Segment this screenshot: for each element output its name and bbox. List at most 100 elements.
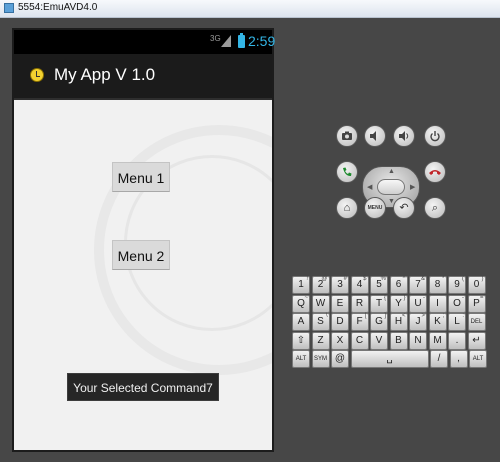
device-screen: 3G 2:59 My App V 1.0 Menu 1 Menu 2 Your … [12, 28, 276, 452]
window-titlebar: 5554:EmuAVD4.0 [0, 0, 500, 18]
app-content: Menu 1 Menu 2 Your Selected Command7 [14, 100, 272, 450]
dpad-up-icon[interactable]: ▲ [388, 168, 395, 175]
key-7[interactable]: 7 & [409, 276, 427, 294]
menu-2-button[interactable]: Menu 2 [112, 240, 170, 270]
key-label: 8 [434, 279, 441, 290]
app-icon [30, 68, 44, 82]
key-alt-label: : [462, 313, 464, 319]
key-q[interactable]: Q ~ [292, 294, 310, 313]
key-t[interactable]: T{ [370, 294, 388, 313]
key-label: F [356, 316, 363, 327]
key-x[interactable]: X [331, 331, 349, 350]
key-label: 0 [473, 279, 480, 290]
key-3[interactable]: 3 # [331, 276, 349, 294]
key-label: ⇧ [296, 334, 306, 346]
key-space[interactable]: ␣ [350, 350, 429, 368]
emulator-body: 3G 2:59 My App V 1.0 Menu 1 Menu 2 Your … [0, 18, 500, 462]
key-del[interactable]: DEL [467, 313, 486, 331]
key-label: . [455, 334, 459, 346]
key-i[interactable]: I [428, 294, 447, 313]
key-6[interactable]: 6 ^ [389, 276, 408, 294]
key-alt-label: < [401, 313, 406, 319]
key-u[interactable]: U- [409, 294, 427, 313]
key-label: I [436, 297, 439, 309]
key-label: K [434, 316, 441, 327]
key-l[interactable]: L: [448, 313, 466, 331]
key-8[interactable]: 8 * [428, 276, 447, 294]
key-↵[interactable]: ↵ [467, 331, 486, 350]
key-comma[interactable]: , [449, 350, 468, 368]
key-label: 9 [454, 279, 460, 290]
key-p[interactable]: P = [467, 294, 486, 313]
key-alt-label: % [380, 276, 386, 282]
key-alt-label: > [421, 313, 425, 319]
volume-down-icon[interactable] [364, 125, 386, 147]
menu-button[interactable]: MENU [364, 197, 386, 219]
key-alt-label: # [343, 276, 347, 282]
key-d[interactable]: D [331, 313, 349, 331]
call-icon[interactable] [336, 161, 358, 183]
key-alt-label: $ [363, 276, 367, 282]
key-y[interactable]: Y} [389, 294, 408, 313]
key-2[interactable]: 2 @ [311, 276, 330, 294]
volume-up-icon[interactable] [393, 125, 415, 147]
key-alt-label: @ [321, 276, 328, 282]
key-label: P [473, 297, 480, 309]
key-f[interactable]: F[ [350, 313, 369, 331]
key-9[interactable]: 9( [448, 276, 466, 294]
key-label: O [453, 297, 461, 309]
key-s[interactable]: S \ [311, 313, 330, 331]
dpad-left-icon[interactable]: ◀ [367, 183, 372, 191]
status-clock: 2:59 [248, 33, 276, 49]
search-icon[interactable]: ⌕ [424, 197, 446, 219]
key-5[interactable]: 5% [370, 276, 388, 294]
dpad-right-icon[interactable]: ▶ [410, 183, 415, 191]
key-sym[interactable]: SYM [311, 350, 330, 368]
key-4[interactable]: 4 $ [350, 276, 369, 294]
key-1[interactable]: 1! [292, 276, 310, 294]
key-m[interactable]: M [428, 331, 447, 350]
app-window-icon [4, 3, 14, 13]
key-g[interactable]: G] [370, 313, 388, 331]
key-label: V [375, 334, 383, 346]
key-label: G [375, 316, 383, 327]
key-w[interactable]: W " [311, 294, 330, 313]
end-call-icon[interactable] [424, 161, 446, 183]
key-⇧[interactable]: ⇧ [292, 331, 310, 350]
back-icon[interactable]: ↶ [393, 197, 415, 219]
app-title: My App V 1.0 [54, 65, 156, 84]
menu-1-button[interactable]: Menu 1 [112, 162, 170, 192]
key-r[interactable]: R [350, 294, 369, 313]
key-o[interactable]: O- [448, 294, 466, 313]
key-alt-label: } [403, 294, 406, 301]
key-alt-right[interactable]: ALT [469, 350, 487, 368]
key-alt-label: ) [481, 276, 484, 282]
key-slash[interactable]: / [430, 350, 448, 368]
key-label: ↵ [472, 334, 481, 346]
key-label: A [297, 316, 305, 327]
key-a[interactable]: A [292, 313, 310, 331]
key-c[interactable]: C [350, 331, 369, 350]
key-j[interactable]: J > [409, 313, 427, 331]
dpad-center-button[interactable] [377, 179, 405, 195]
key-alt[interactable]: ALT [292, 350, 310, 368]
key-alt-label: { [383, 294, 386, 301]
key-h[interactable]: H < [389, 313, 408, 331]
action-bar: My App V 1.0 [14, 54, 272, 100]
home-icon[interactable]: ⌂ [336, 197, 358, 219]
key-label: 4 [356, 279, 363, 290]
key-0[interactable]: 0) [467, 276, 486, 294]
key-label: T [375, 297, 383, 309]
key-e[interactable]: E [331, 294, 349, 313]
camera-icon[interactable] [336, 125, 358, 147]
key-n[interactable]: N [409, 331, 427, 350]
power-icon[interactable] [424, 125, 446, 147]
network-type: 3G [210, 34, 221, 43]
key-v[interactable]: V [370, 331, 388, 350]
key-.[interactable]: . [448, 331, 466, 350]
key-z[interactable]: Z [311, 331, 330, 350]
key-b[interactable]: B [389, 331, 408, 350]
key-k[interactable]: K; [428, 313, 447, 331]
status-bar: 3G 2:59 [14, 30, 276, 54]
key-at[interactable]: @ [331, 350, 349, 368]
